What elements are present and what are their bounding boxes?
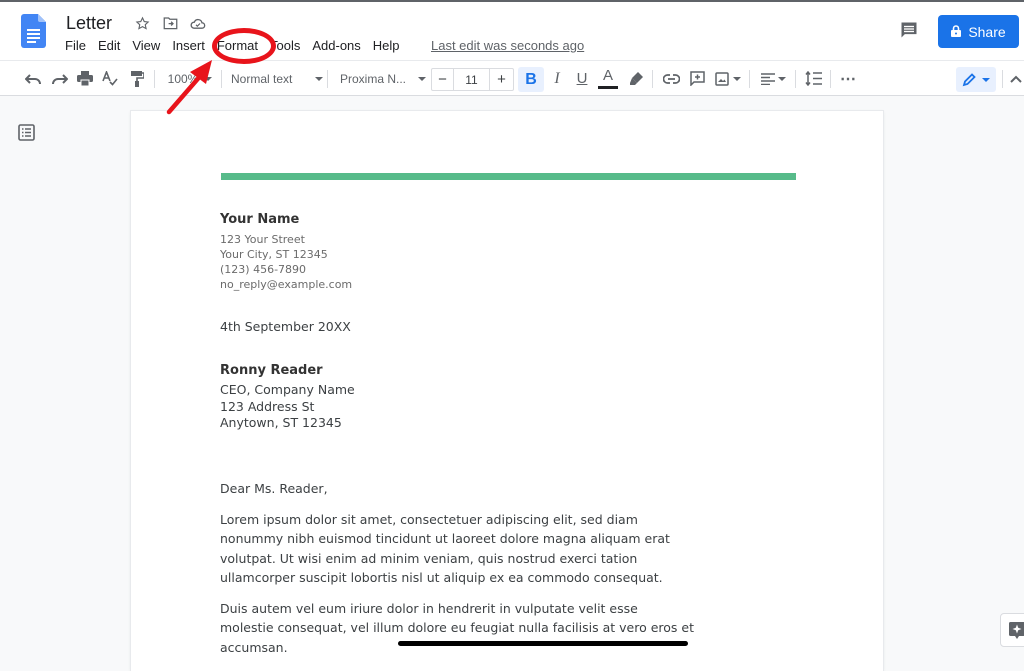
chevron-down-icon: [777, 76, 786, 81]
menu-add-ons[interactable]: Add-ons: [306, 38, 366, 53]
star-icon[interactable]: [133, 14, 151, 32]
decrease-font-size-button[interactable]: −: [432, 69, 454, 90]
recipient-street: 123 Address St: [220, 398, 315, 414]
salutation: Dear Ms. Reader,: [220, 481, 328, 496]
editing-mode-button[interactable]: [956, 67, 996, 92]
sender-address-block: 123 Your Street Your City, ST 12345 (123…: [220, 232, 352, 292]
chevron-down-icon: [418, 76, 426, 81]
bold-button[interactable]: B: [518, 67, 544, 92]
text-color-label: A: [602, 66, 613, 84]
document-page[interactable]: Your Name 123 Your Street Your City, ST …: [131, 111, 883, 671]
menu-help[interactable]: Help: [367, 38, 406, 53]
body-paragraph: Duis autem vel eum iriure dolor in hendr…: [220, 601, 694, 655]
last-edit-link[interactable]: Last edit was seconds ago: [431, 38, 584, 53]
chevron-down-icon: [204, 76, 213, 81]
sender-street: 123 Your Street: [220, 233, 305, 246]
toolbar-divider: [221, 70, 222, 88]
align-button[interactable]: [758, 61, 788, 96]
document-title[interactable]: Letter: [66, 13, 112, 34]
image-icon: [715, 71, 729, 86]
menu-tools[interactable]: Tools: [264, 38, 306, 53]
line-spacing-icon[interactable]: [802, 61, 824, 96]
menu-insert[interactable]: Insert: [166, 38, 211, 53]
share-label: Share: [968, 23, 1006, 40]
chevron-down-icon: [982, 77, 990, 82]
italic-button[interactable]: I: [547, 61, 567, 96]
sender-city: Your City, ST 12345: [220, 248, 328, 261]
spellcheck-icon[interactable]: [100, 61, 120, 96]
formatting-toolbar: 100% Normal text Proxima N... − 11 + B I…: [0, 60, 1024, 96]
recipient-name: Ronny Reader: [220, 363, 323, 378]
comments-icon[interactable]: [899, 20, 921, 42]
collapse-menus-icon[interactable]: [1008, 61, 1024, 96]
recipient-city: Anytown, ST 12345: [220, 415, 342, 430]
more-options-button[interactable]: ⋯: [837, 61, 859, 96]
highlight-color-icon[interactable]: [626, 61, 646, 96]
paint-format-icon[interactable]: [127, 61, 147, 96]
font-size-input[interactable]: 11: [454, 69, 490, 90]
home-indicator-bar: [398, 641, 688, 646]
docs-header: Letter File Edit View Insert Format Tool…: [0, 2, 1024, 60]
paragraph-style-value: Normal text: [231, 71, 293, 86]
add-comment-icon[interactable]: [687, 61, 707, 96]
menu-format[interactable]: Format: [211, 38, 264, 53]
sender-name: Your Name: [220, 212, 300, 227]
font-family-select[interactable]: Proxima N...: [340, 61, 426, 96]
paragraph-style-select[interactable]: Normal text: [231, 61, 323, 96]
zoom-select[interactable]: 100%: [163, 61, 217, 96]
sender-email: no_reply@example.com: [220, 278, 353, 291]
font-size-stepper: − 11 +: [431, 68, 514, 91]
share-button[interactable]: Share: [938, 15, 1019, 48]
text-color-button[interactable]: A: [597, 61, 619, 96]
chevron-down-icon: [733, 76, 741, 81]
lock-icon: [951, 24, 962, 40]
insert-image-button[interactable]: [713, 61, 743, 96]
underline-button[interactable]: U: [572, 61, 592, 96]
menu-bar: File Edit View Insert Format Tools Add-o…: [59, 38, 406, 53]
zoom-value: 100%: [167, 71, 199, 86]
pencil-icon: [962, 72, 976, 86]
docs-logo-icon[interactable]: [21, 14, 46, 48]
print-icon[interactable]: [75, 61, 95, 96]
redo-icon[interactable]: [50, 61, 70, 96]
menu-view[interactable]: View: [126, 38, 166, 53]
menu-file[interactable]: File: [59, 38, 92, 53]
cloud-saved-icon[interactable]: [189, 14, 207, 32]
toolbar-divider: [830, 70, 831, 88]
letter-date: 4th September 20XX: [220, 319, 351, 334]
body-paragraph: Lorem ipsum dolor sit amet, consectetuer…: [220, 512, 670, 586]
align-left-icon: [760, 72, 775, 85]
menu-edit[interactable]: Edit: [92, 38, 126, 53]
recipient-title: CEO, Company Name: [220, 382, 355, 397]
font-family-value: Proxima N...: [340, 71, 407, 86]
recipient-address-block: CEO, Company Name 123 Address St Anytown…: [220, 382, 355, 432]
text-color-swatch: [598, 85, 618, 89]
document-outline-icon[interactable]: [18, 124, 36, 142]
sender-phone: (123) 456-7890: [220, 263, 307, 276]
explore-sparkle-icon: [1009, 621, 1024, 639]
toolbar-divider: [652, 70, 653, 88]
toolbar-divider: [327, 70, 328, 88]
move-to-folder-icon[interactable]: [161, 14, 179, 32]
chevron-down-icon: [315, 76, 323, 81]
toolbar-divider: [1002, 70, 1003, 88]
increase-font-size-button[interactable]: +: [490, 69, 513, 90]
toolbar-divider: [154, 70, 155, 88]
insert-link-icon[interactable]: [661, 61, 681, 96]
header-accent-bar: [221, 173, 796, 180]
explore-button[interactable]: [1000, 613, 1024, 647]
toolbar-divider: [795, 70, 796, 88]
undo-icon[interactable]: [23, 61, 43, 96]
toolbar-divider: [749, 70, 750, 88]
